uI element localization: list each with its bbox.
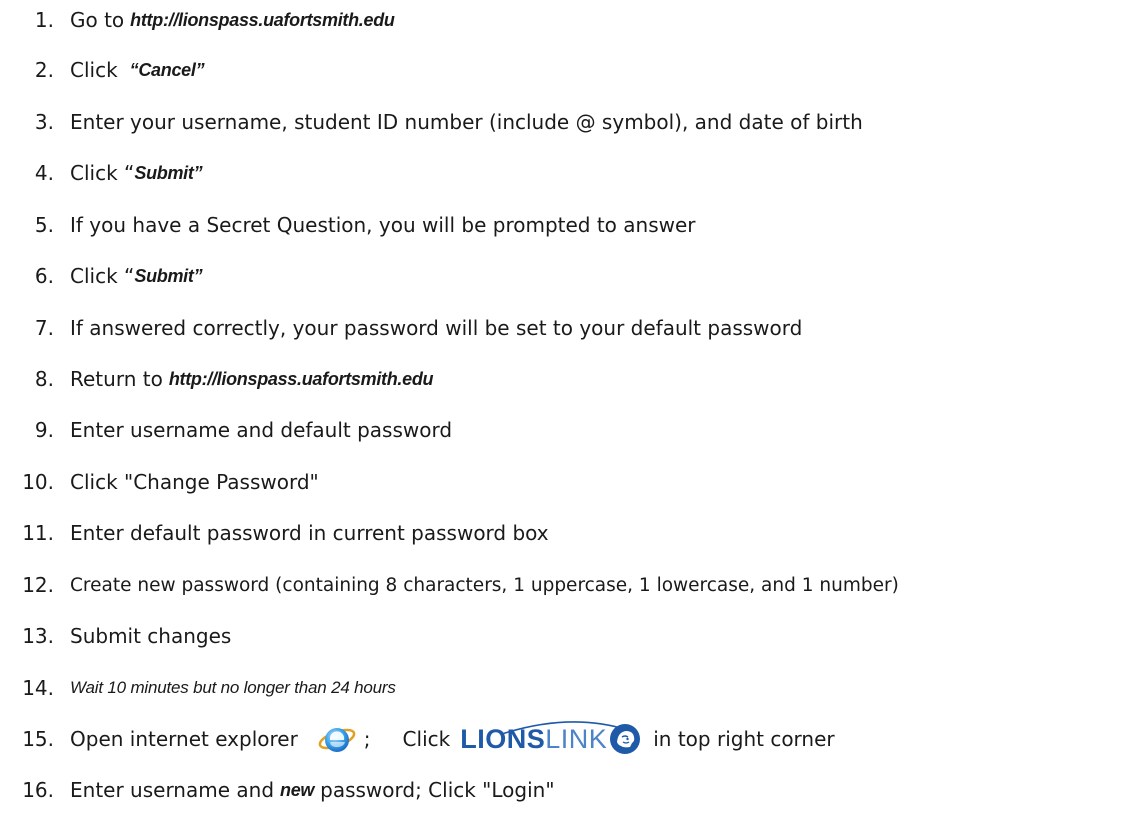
step-text: Enter default password in current passwo… [70, 521, 549, 545]
step-text: Submit changes [70, 624, 232, 648]
step-12: 12. Create new password (containing 8 ch… [0, 565, 899, 605]
step-text: Return to [70, 367, 163, 391]
step-number: 9. [34, 418, 54, 442]
step-text: Click [70, 58, 118, 82]
step-number: 5. [34, 213, 54, 237]
step-number: 6. [34, 264, 54, 288]
url-link: http://lionspass.uafortsmith.edu [168, 368, 434, 389]
step-3: 3. Enter your username, student ID numbe… [0, 102, 863, 142]
step-number: 16. [22, 778, 54, 802]
step-number: 11. [22, 521, 54, 545]
step-text: If you have a Secret Question, you will … [70, 213, 696, 237]
step-number: 2. [34, 58, 54, 82]
step-6: 6. Click “ Submit” [0, 256, 203, 296]
step-text: If answered correctly, your password wil… [70, 316, 803, 340]
step-9: 9. Enter username and default password [0, 410, 452, 450]
internet-explorer-icon [318, 728, 356, 752]
step-14: 14. Wait 10 minutes but no longer than 2… [0, 668, 396, 708]
step-number: 1. [34, 8, 54, 32]
step-text-end: in top right corner [653, 727, 835, 751]
step-11: 11. Enter default password in current pa… [0, 513, 549, 553]
logo-arc-decoration [501, 721, 629, 735]
step-number: 13. [22, 624, 54, 648]
step-number: 14. [22, 676, 54, 700]
url-link: http://lionspass.uafortsmith.edu [130, 9, 395, 30]
step-4: 4. Click “ Submit” [0, 153, 203, 193]
step-number: 12. [22, 573, 54, 597]
step-text: Enter username and default password [70, 418, 453, 442]
step-13: 13. Submit changes [0, 616, 231, 656]
step-number: 10. [22, 470, 54, 494]
step-text: Open internet explorer [70, 727, 298, 751]
step-16: 16. Enter username and new password; Cli… [0, 770, 555, 810]
step-text: Click “ [70, 264, 135, 288]
lionslink-logo: LIONS LINK [460, 721, 641, 756]
submit-label: Submit” [134, 162, 203, 183]
step-text: Go to [70, 8, 125, 32]
step-number: 3. [34, 110, 54, 134]
step-text: Click “ [70, 161, 135, 185]
step-5: 5. If you have a Secret Question, you wi… [0, 205, 696, 245]
step-number: 8. [34, 367, 54, 391]
step-10: 10. Click "Change Password" [0, 462, 319, 502]
step-text-end: password; Click "Login" [320, 778, 555, 802]
submit-label: Submit” [134, 265, 203, 286]
step-7: 7. If answered correctly, your password … [0, 308, 802, 348]
step-text: Create new password (containing 8 charac… [70, 574, 899, 596]
step-text: Click "Change Password" [70, 470, 319, 494]
step-8: 8. Return to http://lionspass.uafortsmit… [0, 359, 434, 399]
step-number: 4. [34, 161, 54, 185]
click-text: Click [402, 727, 451, 751]
step-text: Enter your username, student ID number (… [70, 110, 863, 134]
step-number: 7. [34, 316, 54, 340]
step-1: 1. Go to http://lionspass.uafortsmith.ed… [0, 0, 395, 40]
step-number: 15. [22, 727, 54, 751]
step-text: Wait 10 minutes but no longer than 24 ho… [70, 678, 396, 697]
semicolon: ; [363, 727, 371, 751]
step-15: 15. Open internet explorer ; Click LIONS… [0, 719, 835, 759]
step-text: Enter username and [70, 778, 275, 802]
step-2: 2. Click “Cancel” [0, 50, 205, 90]
new-emphasis: new [280, 779, 315, 800]
cancel-label: “Cancel” [129, 59, 205, 80]
